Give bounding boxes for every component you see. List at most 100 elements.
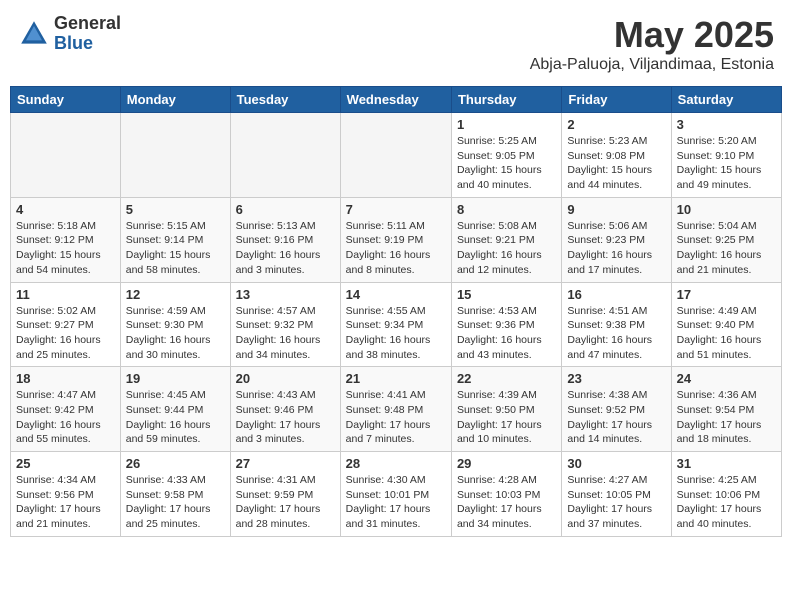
location-title: Abja-Paluoja, Viljandimaa, Estonia	[530, 56, 774, 74]
day-info: Sunrise: 4:30 AMSunset: 10:01 PMDaylight…	[346, 473, 446, 532]
calendar-day-cell: 15 Sunrise: 4:53 AMSunset: 9:36 PMDayligh…	[451, 282, 561, 367]
day-info: Sunrise: 4:55 AMSunset: 9:34 PMDaylight:…	[346, 304, 446, 363]
calendar-day-cell: 30 Sunrise: 4:27 AMSunset: 10:05 PMDaylig…	[562, 452, 671, 537]
day-number: 4	[16, 202, 115, 217]
day-info: Sunrise: 4:47 AMSunset: 9:42 PMDaylight:…	[16, 388, 115, 447]
logo-blue-text: Blue	[54, 34, 121, 54]
day-info: Sunrise: 4:41 AMSunset: 9:48 PMDaylight:…	[346, 388, 446, 447]
page-header: General Blue May 2025 Abja-Paluoja, Vilj…	[10, 10, 782, 78]
day-number: 28	[346, 456, 446, 471]
calendar-day-cell: 19 Sunrise: 4:45 AMSunset: 9:44 PMDayligh…	[120, 367, 230, 452]
calendar-header: SundayMondayTuesdayWednesdayThursdayFrid…	[11, 87, 782, 113]
day-number: 18	[16, 371, 115, 386]
calendar-day-cell: 7Sunrise: 5:11 AMSunset: 9:19 PMDaylight…	[340, 197, 451, 282]
day-number: 15	[457, 287, 556, 302]
day-number: 22	[457, 371, 556, 386]
day-info: Sunrise: 5:04 AMSunset: 9:25 PMDaylight:…	[677, 219, 776, 278]
calendar-day-cell: 2 Sunrise: 5:23 AMSunset: 9:08 PMDaylight…	[562, 113, 671, 198]
calendar-day-cell: 31Sunrise: 4:25 AMSunset: 10:06 PMDaylig…	[671, 452, 781, 537]
day-info: Sunrise: 5:13 AMSunset: 9:16 PMDaylight:…	[236, 219, 335, 278]
calendar-day-cell: 11 Sunrise: 5:02 AMSunset: 9:27 PMDayligh…	[11, 282, 121, 367]
column-header-friday: Friday	[562, 87, 671, 113]
calendar-day-cell	[230, 113, 340, 198]
title-block: May 2025 Abja-Paluoja, Viljandimaa, Esto…	[530, 14, 774, 74]
day-info: Sunrise: 5:23 AMSunset: 9:08 PMDaylight:…	[567, 134, 665, 193]
day-number: 3	[677, 117, 776, 132]
calendar-day-cell: 14 Sunrise: 4:55 AMSunset: 9:34 PMDayligh…	[340, 282, 451, 367]
day-info: Sunrise: 4:43 AMSunset: 9:46 PMDaylight:…	[236, 388, 335, 447]
day-info: Sunrise: 5:08 AMSunset: 9:21 PMDaylight:…	[457, 219, 556, 278]
day-number: 27	[236, 456, 335, 471]
calendar-table: SundayMondayTuesdayWednesdayThursdayFrid…	[10, 86, 782, 537]
day-info: Sunrise: 4:49 AMSunset: 9:40 PMDaylight:…	[677, 304, 776, 363]
calendar-day-cell: 12 Sunrise: 4:59 AMSunset: 9:30 PMDayligh…	[120, 282, 230, 367]
day-number: 19	[126, 371, 225, 386]
column-header-monday: Monday	[120, 87, 230, 113]
logo-text: General Blue	[54, 14, 121, 54]
calendar-day-cell: 16 Sunrise: 4:51 AMSunset: 9:38 PMDayligh…	[562, 282, 671, 367]
day-info: Sunrise: 4:57 AMSunset: 9:32 PMDaylight:…	[236, 304, 335, 363]
calendar-day-cell	[11, 113, 121, 198]
day-info: Sunrise: 5:11 AMSunset: 9:19 PMDaylight:…	[346, 219, 446, 278]
calendar-day-cell: 4Sunrise: 5:18 AMSunset: 9:12 PMDaylight…	[11, 197, 121, 282]
calendar-day-cell: 20Sunrise: 4:43 AMSunset: 9:46 PMDayligh…	[230, 367, 340, 452]
day-info: Sunrise: 4:36 AMSunset: 9:54 PMDaylight:…	[677, 388, 776, 447]
day-info: Sunrise: 4:27 AMSunset: 10:05 PMDaylight…	[567, 473, 665, 532]
day-number: 11	[16, 287, 115, 302]
day-info: Sunrise: 4:34 AMSunset: 9:56 PMDaylight:…	[16, 473, 115, 532]
day-info: Sunrise: 4:51 AMSunset: 9:38 PMDaylight:…	[567, 304, 665, 363]
calendar-day-cell: 8Sunrise: 5:08 AMSunset: 9:21 PMDaylight…	[451, 197, 561, 282]
day-number: 9	[567, 202, 665, 217]
day-number: 29	[457, 456, 556, 471]
calendar-day-cell: 6 Sunrise: 5:13 AMSunset: 9:16 PMDaylight…	[230, 197, 340, 282]
calendar-day-cell: 29 Sunrise: 4:28 AMSunset: 10:03 PMDaylig…	[451, 452, 561, 537]
day-info: Sunrise: 5:25 AMSunset: 9:05 PMDaylight:…	[457, 134, 556, 193]
calendar-day-cell: 26 Sunrise: 4:33 AMSunset: 9:58 PMDayligh…	[120, 452, 230, 537]
day-info: Sunrise: 4:45 AMSunset: 9:44 PMDaylight:…	[126, 388, 225, 447]
day-info: Sunrise: 4:31 AMSunset: 9:59 PMDaylight:…	[236, 473, 335, 532]
calendar-day-cell: 18 Sunrise: 4:47 AMSunset: 9:42 PMDayligh…	[11, 367, 121, 452]
day-number: 21	[346, 371, 446, 386]
logo-icon	[18, 18, 50, 50]
day-number: 24	[677, 371, 776, 386]
calendar-day-cell: 27 Sunrise: 4:31 AMSunset: 9:59 PMDayligh…	[230, 452, 340, 537]
day-info: Sunrise: 5:02 AMSunset: 9:27 PMDaylight:…	[16, 304, 115, 363]
day-info: Sunrise: 4:38 AMSunset: 9:52 PMDaylight:…	[567, 388, 665, 447]
calendar-day-cell: 13 Sunrise: 4:57 AMSunset: 9:32 PMDayligh…	[230, 282, 340, 367]
day-info: Sunrise: 4:53 AMSunset: 9:36 PMDaylight:…	[457, 304, 556, 363]
day-info: Sunrise: 4:25 AMSunset: 10:06 PMDaylight…	[677, 473, 776, 532]
day-info: Sunrise: 4:28 AMSunset: 10:03 PMDaylight…	[457, 473, 556, 532]
day-number: 6	[236, 202, 335, 217]
day-number: 5	[126, 202, 225, 217]
column-header-thursday: Thursday	[451, 87, 561, 113]
calendar-day-cell: 3Sunrise: 5:20 AMSunset: 9:10 PMDaylight…	[671, 113, 781, 198]
day-number: 14	[346, 287, 446, 302]
day-info: Sunrise: 4:59 AMSunset: 9:30 PMDaylight:…	[126, 304, 225, 363]
logo-general-text: General	[54, 14, 121, 34]
calendar-day-cell: 9Sunrise: 5:06 AMSunset: 9:23 PMDaylight…	[562, 197, 671, 282]
column-header-saturday: Saturday	[671, 87, 781, 113]
column-header-tuesday: Tuesday	[230, 87, 340, 113]
day-number: 26	[126, 456, 225, 471]
calendar-day-cell	[120, 113, 230, 198]
calendar-day-cell: 22Sunrise: 4:39 AMSunset: 9:50 PMDayligh…	[451, 367, 561, 452]
calendar-body: 1Sunrise: 5:25 AMSunset: 9:05 PMDaylight…	[11, 113, 782, 537]
calendar-day-cell: 25Sunrise: 4:34 AMSunset: 9:56 PMDayligh…	[11, 452, 121, 537]
day-number: 2	[567, 117, 665, 132]
calendar-week-5: 25Sunrise: 4:34 AMSunset: 9:56 PMDayligh…	[11, 452, 782, 537]
day-number: 12	[126, 287, 225, 302]
day-info: Sunrise: 4:33 AMSunset: 9:58 PMDaylight:…	[126, 473, 225, 532]
calendar-day-cell	[340, 113, 451, 198]
column-header-sunday: Sunday	[11, 87, 121, 113]
day-number: 30	[567, 456, 665, 471]
calendar-day-cell: 28 Sunrise: 4:30 AMSunset: 10:01 PMDaylig…	[340, 452, 451, 537]
calendar-week-4: 18 Sunrise: 4:47 AMSunset: 9:42 PMDayligh…	[11, 367, 782, 452]
logo: General Blue	[18, 14, 121, 54]
header-row: SundayMondayTuesdayWednesdayThursdayFrid…	[11, 87, 782, 113]
month-title: May 2025	[530, 14, 774, 56]
day-number: 16	[567, 287, 665, 302]
calendar-day-cell: 21 Sunrise: 4:41 AMSunset: 9:48 PMDayligh…	[340, 367, 451, 452]
calendar-day-cell: 1Sunrise: 5:25 AMSunset: 9:05 PMDaylight…	[451, 113, 561, 198]
day-number: 13	[236, 287, 335, 302]
calendar-day-cell: 10Sunrise: 5:04 AMSunset: 9:25 PMDayligh…	[671, 197, 781, 282]
